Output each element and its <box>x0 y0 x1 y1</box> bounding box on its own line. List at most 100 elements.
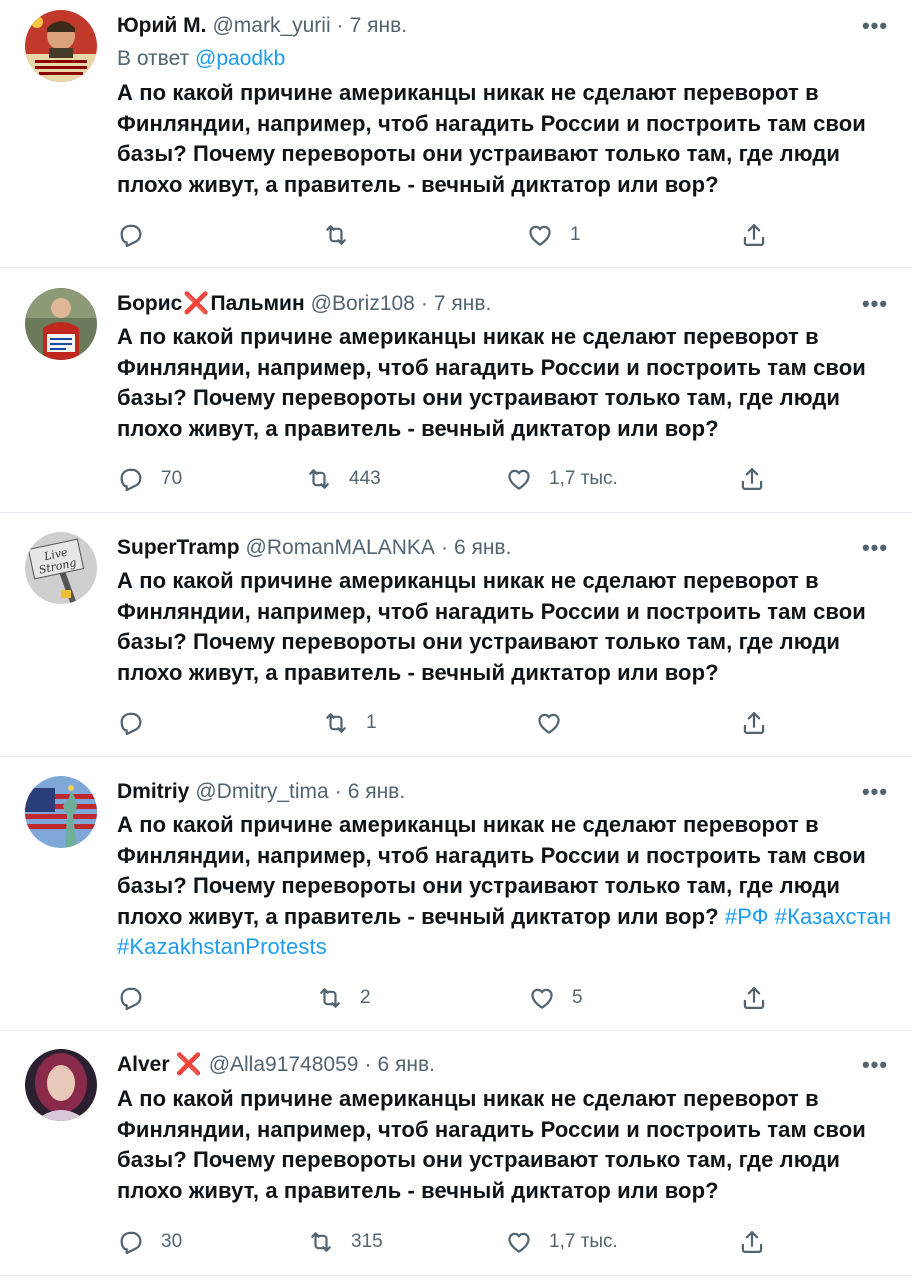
tweet-text: А по какой причине американцы никак не с… <box>117 78 892 200</box>
share-button[interactable] <box>740 215 768 255</box>
share-icon <box>738 1228 766 1256</box>
reply-button[interactable] <box>117 978 145 1018</box>
share-button[interactable] <box>738 1222 766 1262</box>
tweet-actions: 2 5 <box>0 978 912 1018</box>
like-count: 1,7 тыс. <box>549 1231 618 1252</box>
share-button[interactable] <box>740 703 768 743</box>
tweet-body: А по какой причине американцы никак не с… <box>117 324 866 441</box>
share-icon <box>740 221 768 249</box>
author-handle[interactable]: @Boriz108 <box>311 289 415 319</box>
tweet-actions: 1 <box>0 215 912 255</box>
tweet-text: А по какой причине американцы никак не с… <box>117 322 892 444</box>
retweet-button[interactable] <box>322 215 350 255</box>
tweet-body: А по какой причине американцы никак не с… <box>117 80 866 197</box>
tweet-header: SuperTramp @RomanMALANKA · 6 янв. <box>117 533 852 563</box>
share-icon <box>738 465 766 493</box>
like-icon <box>528 984 556 1012</box>
separator-dot: · <box>440 536 448 559</box>
tweet-actions: 70 443 1,7 тыс. <box>0 459 912 499</box>
like-button[interactable]: 1,7 тыс. <box>505 1222 618 1262</box>
tweet-text: А по какой причине американцы никак не с… <box>117 566 892 688</box>
more-icon[interactable]: ••• <box>860 777 890 807</box>
reply-icon <box>117 709 145 737</box>
tweet-header: Юрий М. @mark_yurii · 7 янв. <box>117 11 852 41</box>
tweet-actions: 30 315 1,7 тыс. <box>0 1222 912 1262</box>
tweet-date[interactable]: 7 янв. <box>434 289 491 319</box>
reply-button[interactable] <box>117 215 145 255</box>
like-button[interactable] <box>535 703 563 743</box>
more-icon[interactable]: ••• <box>860 11 890 41</box>
share-icon <box>740 709 768 737</box>
tweet-date[interactable]: 6 янв. <box>348 777 405 807</box>
like-button[interactable]: 5 <box>528 978 583 1018</box>
share-button[interactable] <box>740 978 768 1018</box>
tweet[interactable]: Alver ❌ @Alla91748059 · 6 янв. ••• А по … <box>0 1031 912 1276</box>
reply-count: 70 <box>161 468 183 489</box>
tweet-header: Dmitriy @Dmitry_tima · 6 янв. <box>117 777 852 807</box>
retweet-icon <box>307 1228 335 1256</box>
author-name-suffix[interactable]: Пальмин <box>211 289 305 319</box>
retweet-icon <box>316 984 344 1012</box>
retweet-button[interactable]: 1 <box>322 703 377 743</box>
tweet-header: Alver ❌ @Alla91748059 · 6 янв. <box>117 1050 852 1080</box>
avatar[interactable] <box>25 1049 97 1121</box>
avatar[interactable] <box>25 10 97 82</box>
tweet[interactable]: Юрий М. @mark_yurii · 7 янв. ••• В ответ… <box>0 0 912 268</box>
avatar[interactable]: Live Strong <box>25 532 97 604</box>
author-handle[interactable]: @Dmitry_tima <box>195 777 328 807</box>
tweet[interactable]: Dmitriy @Dmitry_tima · 6 янв. ••• А по к… <box>0 757 912 1031</box>
author-name[interactable]: Dmitriy <box>117 777 189 807</box>
reply-button[interactable]: 70 <box>117 459 182 499</box>
reply-prefix: В ответ <box>117 47 190 70</box>
x-mark-emoji: ❌ <box>183 292 210 315</box>
avatar[interactable] <box>25 776 97 848</box>
author-name[interactable]: Юрий М. <box>117 11 206 41</box>
retweet-icon <box>322 709 350 737</box>
more-icon[interactable]: ••• <box>860 533 890 563</box>
author-name[interactable]: Alver <box>117 1050 170 1080</box>
like-icon <box>505 465 533 493</box>
retweet-button[interactable]: 315 <box>307 1222 383 1262</box>
author-handle[interactable]: @mark_yurii <box>212 11 330 41</box>
tweet-date[interactable]: 6 янв. <box>454 533 511 563</box>
author-handle[interactable]: @Alla91748059 <box>209 1050 359 1080</box>
tweet-body: А по какой причине американцы никак не с… <box>117 1086 866 1203</box>
tweet-text: А по какой причине американцы никак не с… <box>117 1084 892 1206</box>
retweet-count: 1 <box>366 712 377 733</box>
author-handle[interactable]: @RomanMALANKA <box>246 533 435 563</box>
tweet-date[interactable]: 7 янв. <box>350 11 407 41</box>
like-count: 1,7 тыс. <box>549 468 618 489</box>
separator-dot: · <box>334 780 342 803</box>
author-name[interactable]: Борис <box>117 289 182 319</box>
more-icon[interactable]: ••• <box>860 289 890 319</box>
separator-dot: · <box>364 1053 372 1076</box>
like-button[interactable]: 1,7 тыс. <box>505 459 618 499</box>
retweet-button[interactable]: 2 <box>316 978 371 1018</box>
retweet-count: 315 <box>351 1231 383 1252</box>
share-button[interactable] <box>738 459 766 499</box>
reply-icon <box>117 465 145 493</box>
like-icon <box>535 709 563 737</box>
x-mark-emoji: ❌ <box>175 1053 202 1076</box>
reply-icon <box>117 221 145 249</box>
avatar[interactable] <box>25 288 97 360</box>
retweet-count: 443 <box>349 468 381 489</box>
separator-dot: · <box>420 292 428 315</box>
tweet-body: А по какой причине американцы никак не с… <box>117 568 866 685</box>
reply-icon <box>117 1228 145 1256</box>
retweet-icon <box>305 465 333 493</box>
tweet-text: А по какой причине американцы никак не с… <box>117 810 892 963</box>
like-button[interactable]: 1 <box>526 215 581 255</box>
reply-button[interactable] <box>117 703 145 743</box>
tweet[interactable]: Live Strong SuperTramp @RomanMALANKA · 6… <box>0 513 912 757</box>
author-name[interactable]: SuperTramp <box>117 533 240 563</box>
retweet-button[interactable]: 443 <box>305 459 381 499</box>
more-icon[interactable]: ••• <box>860 1050 890 1080</box>
tweet-date[interactable]: 6 янв. <box>377 1050 434 1080</box>
tweet-header: Борис ❌ Пальмин @Boriz108 · 7 янв. <box>117 289 852 319</box>
tweet[interactable]: Борис ❌ Пальмин @Boriz108 · 7 янв. ••• А… <box>0 268 912 513</box>
reply-to-link[interactable]: @paodkb <box>195 47 285 70</box>
like-count: 1 <box>570 224 581 245</box>
separator-dot: · <box>336 14 344 37</box>
reply-button[interactable]: 30 <box>117 1222 182 1262</box>
